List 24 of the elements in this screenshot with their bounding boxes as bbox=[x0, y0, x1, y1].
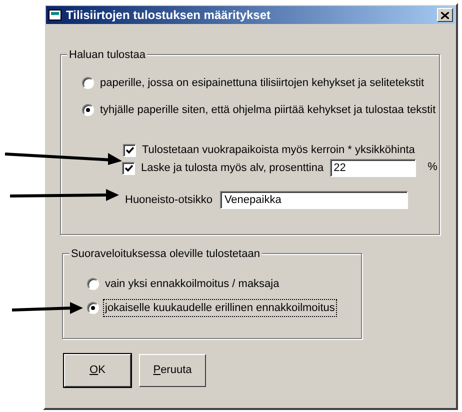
input-field[interactable]: 22 bbox=[330, 159, 416, 177]
window-icon bbox=[48, 9, 62, 21]
checkbox[interactable] bbox=[122, 162, 135, 174]
unit-label: % bbox=[428, 160, 438, 175]
radio-button[interactable] bbox=[82, 77, 94, 89]
checkmark-icon bbox=[126, 146, 134, 154]
checkmark-icon bbox=[124, 164, 132, 172]
radio-button[interactable] bbox=[87, 302, 99, 314]
window-title: Tilisiirtojen tulostuksen määritykset bbox=[66, 7, 272, 24]
radio-button[interactable] bbox=[87, 278, 99, 290]
field-label: Huoneisto-otsikko bbox=[125, 192, 212, 208]
input-field[interactable]: Venepaikka bbox=[220, 191, 408, 209]
close-icon bbox=[441, 12, 449, 18]
radio-label: tyhjälle paperille siten, että ohjelma piirtää kehykset ja tulostaa tekstit bbox=[99, 102, 437, 118]
radio-label: jokaiselle kuukaudelle erillinen ennakkoilmoitus bbox=[104, 300, 336, 316]
radio-label: paperille, jossa on esipainettuna tilisiirtojen kehykset ja selitetekstit bbox=[99, 76, 426, 91]
checkbox[interactable] bbox=[123, 144, 136, 156]
close-button[interactable] bbox=[437, 8, 453, 22]
radio-button[interactable] bbox=[82, 104, 94, 116]
dialog-button[interactable]: OK bbox=[64, 354, 131, 387]
dialog-button[interactable]: Peruuta bbox=[139, 354, 206, 387]
radio-label: vain yksi ennakkoilmoitus / maksaja bbox=[104, 276, 280, 292]
checkbox-label: Tulostetaan vuokrapaikoista myös kerroin * yksikköhinta bbox=[142, 142, 415, 158]
checkbox-label: Laske ja tulosta myös alv, prosenttina bbox=[141, 160, 324, 176]
